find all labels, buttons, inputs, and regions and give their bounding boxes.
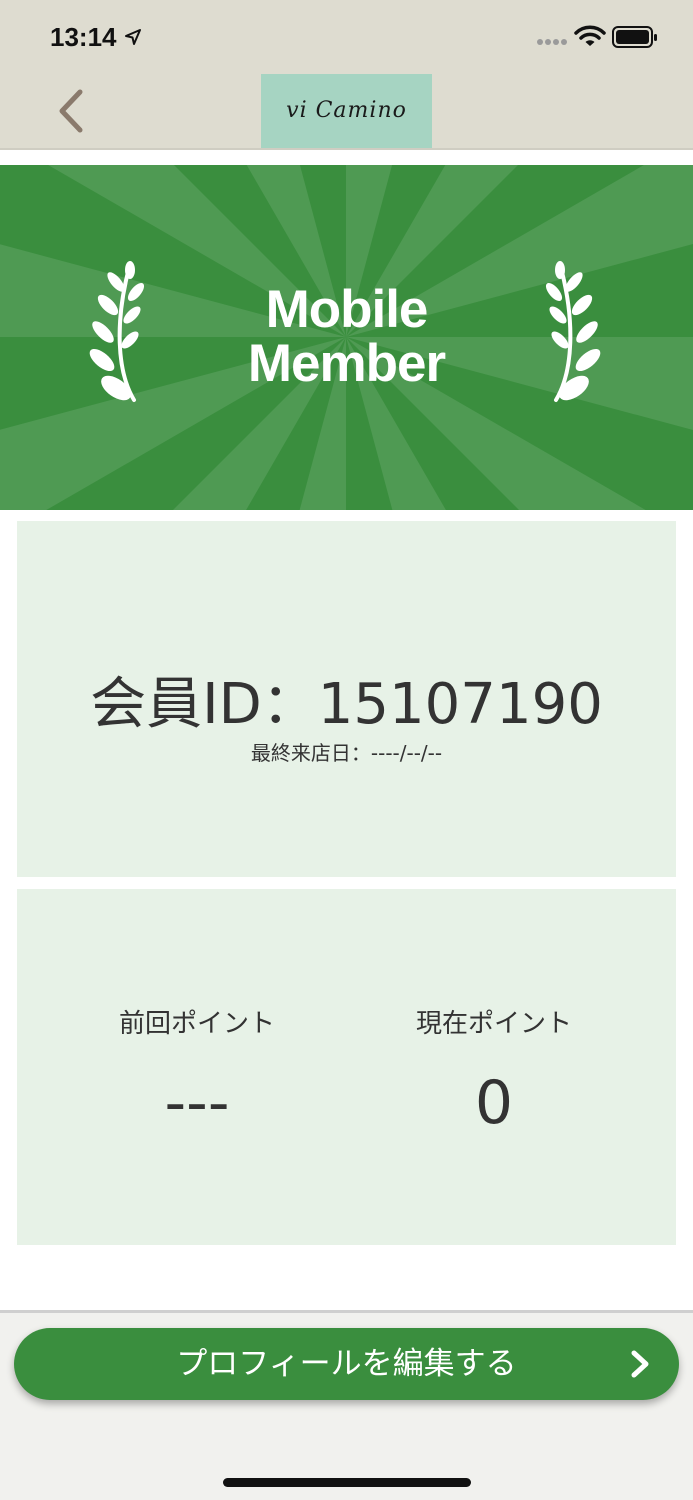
chevron-right-icon (631, 1350, 649, 1378)
wifi-icon (574, 25, 606, 46)
banner-title: Mobile Member (0, 283, 693, 391)
edit-profile-button-label: プロフィールを編集する (176, 1346, 517, 1382)
edit-profile-button[interactable]: プロフィールを編集する (14, 1328, 679, 1400)
chevron-left-icon[interactable] (52, 86, 92, 136)
previous-points-label: 前回ポイント (118, 1009, 275, 1039)
current-points-value: 0 (474, 1068, 514, 1138)
current-points: 現在ポイント 0 (344, 1003, 644, 1138)
location-arrow-icon (125, 29, 141, 45)
status-time: 13:14 (50, 22, 117, 52)
footer-divider (0, 1310, 693, 1313)
member-banner: Mobile Member (0, 165, 693, 510)
main-content: Mobile Member 会員ID：15107190 最終来店日：----/-… (0, 150, 693, 1310)
previous-points: 前回ポイント --- (47, 1003, 347, 1138)
battery-icon (612, 26, 657, 48)
previous-points-value: --- (164, 1068, 230, 1138)
status-bar: 13:14 (0, 0, 693, 74)
banner-title-line2: Member (247, 334, 446, 393)
member-id-card: 会員ID：15107190 最終来店日：----/--/-- (17, 521, 676, 877)
brand-logo: vi Camino (261, 74, 432, 148)
points-card: 前回ポイント --- 現在ポイント 0 (17, 889, 676, 1245)
signal-dots-icon (537, 39, 567, 45)
banner-title-line1: Mobile (265, 280, 429, 339)
navigation-bar: vi Camino (0, 74, 693, 150)
brand-logo-text: vi Camino (286, 98, 407, 123)
last-visit-date: 最終来店日：----/--/-- (250, 741, 443, 765)
current-points-label: 現在ポイント (415, 1009, 572, 1039)
member-id: 会員ID：15107190 (90, 672, 603, 737)
home-indicator[interactable] (223, 1478, 471, 1487)
